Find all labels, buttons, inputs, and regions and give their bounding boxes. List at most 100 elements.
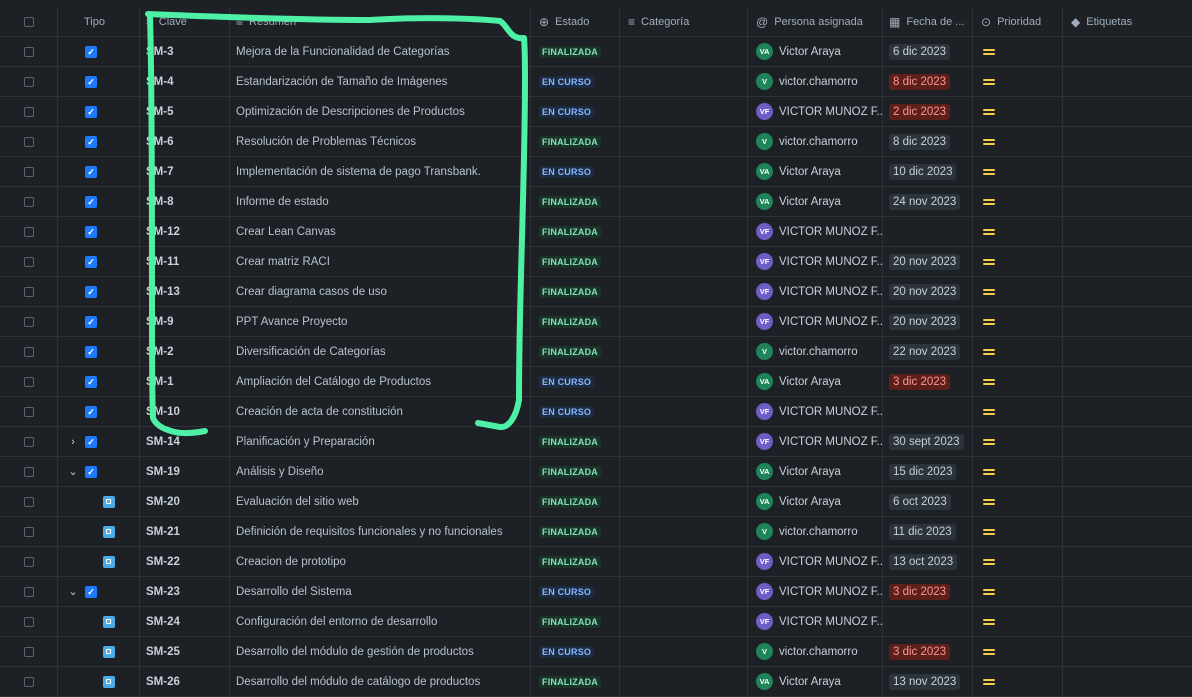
row-checkbox[interactable] [23, 196, 34, 207]
summary-cell[interactable]: Implementación de sistema de pago Transb… [230, 157, 531, 186]
labels-cell[interactable] [1063, 367, 1192, 396]
status-cell[interactable]: FINALIZADA [531, 277, 620, 306]
summary-cell[interactable]: Crear Lean Canvas [230, 217, 531, 246]
status-cell[interactable]: FINALIZADA [531, 217, 620, 246]
category-cell[interactable] [620, 37, 748, 66]
issue-key[interactable]: SM-24 [146, 616, 180, 628]
status-cell[interactable]: FINALIZADA [531, 307, 620, 336]
priority-cell[interactable] [973, 67, 1063, 96]
key-cell[interactable]: SM-10 [140, 397, 230, 426]
status-badge[interactable]: EN CURSO [539, 645, 595, 658]
expand-chevron-icon[interactable]: ⌄ [66, 585, 80, 598]
issue-key[interactable]: SM-14 [146, 436, 180, 448]
due-date-cell[interactable]: 8 dic 2023 [883, 67, 973, 96]
status-badge[interactable]: FINALIZADA [539, 345, 601, 358]
table-row[interactable]: ✓ SM-9 PPT Avance Proyecto FINALIZADA VF VICT… [0, 307, 1192, 337]
table-row[interactable]: ✓ SM-11 Crear matriz RACI FINALIZADA VF VICTO… [0, 247, 1192, 277]
key-cell[interactable]: SM-9 [140, 307, 230, 336]
status-badge[interactable]: FINALIZADA [539, 225, 601, 238]
issue-key[interactable]: SM-22 [146, 556, 180, 568]
status-cell[interactable]: EN CURSO [531, 67, 620, 96]
table-row[interactable]: SM-26 Desarrollo del módulo de catálogo d… [0, 667, 1192, 697]
due-date-cell[interactable]: 10 dic 2023 [883, 157, 973, 186]
status-badge[interactable]: FINALIZADA [539, 615, 601, 628]
summary-cell[interactable]: Desarrollo del módulo de catálogo de pro… [230, 667, 531, 696]
priority-cell[interactable] [973, 667, 1063, 696]
category-cell[interactable] [620, 607, 748, 636]
labels-cell[interactable] [1063, 607, 1192, 636]
summary-cell[interactable]: Definición de requisitos funcionales y n… [230, 517, 531, 546]
row-checkbox[interactable] [23, 226, 34, 237]
category-cell[interactable] [620, 667, 748, 696]
category-cell[interactable] [620, 637, 748, 666]
row-select[interactable] [0, 367, 58, 396]
due-date-cell[interactable]: 3 dic 2023 [883, 577, 973, 606]
issue-summary[interactable]: Mejora de la Funcionalidad de Categorías [236, 46, 450, 58]
due-date-cell[interactable]: 20 nov 2023 [883, 277, 973, 306]
table-row[interactable]: ✓ SM-10 Creación de acta de constitución EN… [0, 397, 1192, 427]
status-cell[interactable]: FINALIZADA [531, 127, 620, 156]
labels-cell[interactable] [1063, 667, 1192, 696]
status-cell[interactable]: FINALIZADA [531, 607, 620, 636]
table-row[interactable]: › ✓ SM-14 Planificación y Preparación FINALI… [0, 427, 1192, 457]
status-badge[interactable]: FINALIZADA [539, 555, 601, 568]
expand-chevron-icon[interactable]: › [66, 436, 80, 448]
table-row[interactable]: SM-22 Creacion de prototipo FINALIZADA VF VI… [0, 547, 1192, 577]
summary-cell[interactable]: Creación de acta de constitución [230, 397, 531, 426]
status-badge[interactable]: FINALIZADA [539, 45, 601, 58]
key-cell[interactable]: SM-23 [140, 577, 230, 606]
priority-cell[interactable] [973, 517, 1063, 546]
row-select[interactable] [0, 457, 58, 486]
status-cell[interactable]: FINALIZADA [531, 337, 620, 366]
key-cell[interactable]: SM-13 [140, 277, 230, 306]
header-etiquetas[interactable]: ◆ Etiquetas [1063, 8, 1192, 36]
due-date-cell[interactable]: 13 nov 2023 [883, 667, 973, 696]
key-cell[interactable]: SM-1 [140, 367, 230, 396]
issue-key[interactable]: SM-19 [146, 466, 180, 478]
issue-key[interactable]: SM-10 [146, 406, 180, 418]
issue-summary[interactable]: Desarrollo del módulo de gestión de prod… [236, 646, 474, 658]
priority-cell[interactable] [973, 637, 1063, 666]
table-row[interactable]: ✓ SM-6 Resolución de Problemas Técnicos FIN… [0, 127, 1192, 157]
issue-key[interactable]: SM-6 [146, 136, 173, 148]
assignee-cell[interactable]: Vvictor.chamorro [748, 637, 883, 666]
row-checkbox[interactable] [23, 676, 34, 687]
header-clave[interactable]: ⌗ Clave [140, 8, 230, 36]
category-cell[interactable] [620, 487, 748, 516]
assignee-cell[interactable]: VA Victor Araya [748, 187, 883, 216]
key-cell[interactable]: SM-14 [140, 427, 230, 456]
status-badge[interactable]: EN CURSO [539, 405, 595, 418]
row-checkbox[interactable] [23, 406, 34, 417]
issue-summary[interactable]: Informe de estado [236, 196, 329, 208]
row-checkbox[interactable] [23, 166, 34, 177]
key-cell[interactable]: SM-11 [140, 247, 230, 276]
status-badge[interactable]: FINALIZADA [539, 315, 601, 328]
summary-cell[interactable]: Crear diagrama casos de uso [230, 277, 531, 306]
category-cell[interactable] [620, 277, 748, 306]
issue-summary[interactable]: Creacion de prototipo [236, 556, 346, 568]
header-fecha[interactable]: ▦ Fecha de ... [883, 8, 973, 36]
status-cell[interactable]: FINALIZADA [531, 187, 620, 216]
due-date-cell[interactable]: 6 oct 2023 [883, 487, 973, 516]
summary-cell[interactable]: Mejora de la Funcionalidad de Categorías [230, 37, 531, 66]
labels-cell[interactable] [1063, 217, 1192, 246]
summary-cell[interactable]: Resolución de Problemas Técnicos [230, 127, 531, 156]
table-row[interactable]: ⌄ ✓ SM-23 Desarrollo del Sistema EN CURSO VF V… [0, 577, 1192, 607]
key-cell[interactable]: SM-6 [140, 127, 230, 156]
key-cell[interactable]: SM-21 [140, 517, 230, 546]
summary-cell[interactable]: Análisis y Diseño [230, 457, 531, 486]
assignee-cell[interactable]: VF VICTOR MUNOZ F... [748, 277, 883, 306]
priority-cell[interactable] [973, 337, 1063, 366]
issue-summary[interactable]: Análisis y Diseño [236, 466, 324, 478]
labels-cell[interactable] [1063, 577, 1192, 606]
category-cell[interactable] [620, 67, 748, 96]
row-select[interactable] [0, 427, 58, 456]
status-cell[interactable]: FINALIZADA [531, 517, 620, 546]
due-date-cell[interactable]: 24 nov 2023 [883, 187, 973, 216]
status-cell[interactable]: FINALIZADA [531, 427, 620, 456]
row-checkbox[interactable] [23, 316, 34, 327]
due-date-cell[interactable]: 30 sept 2023 [883, 427, 973, 456]
category-cell[interactable] [620, 517, 748, 546]
assignee-cell[interactable]: Vvictor.chamorro [748, 517, 883, 546]
issue-summary[interactable]: Crear diagrama casos de uso [236, 286, 387, 298]
